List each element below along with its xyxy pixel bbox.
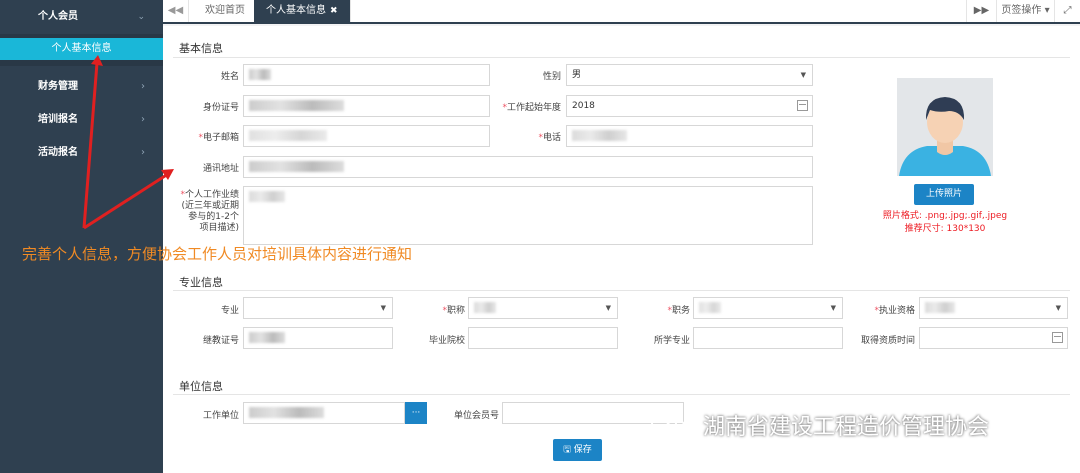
arrow-to-submenu	[82, 62, 99, 229]
watermark-text: 湖南省建设工程造价管理协会	[703, 415, 990, 440]
arrow-to-form	[83, 172, 169, 230]
wechat-icon	[651, 413, 687, 437]
annotation-text: 完善个人信息，方便协会工作人员对培训具体内容进行通知	[22, 245, 413, 263]
arrowhead	[91, 55, 103, 66]
annotation-arrows	[82, 55, 174, 230]
